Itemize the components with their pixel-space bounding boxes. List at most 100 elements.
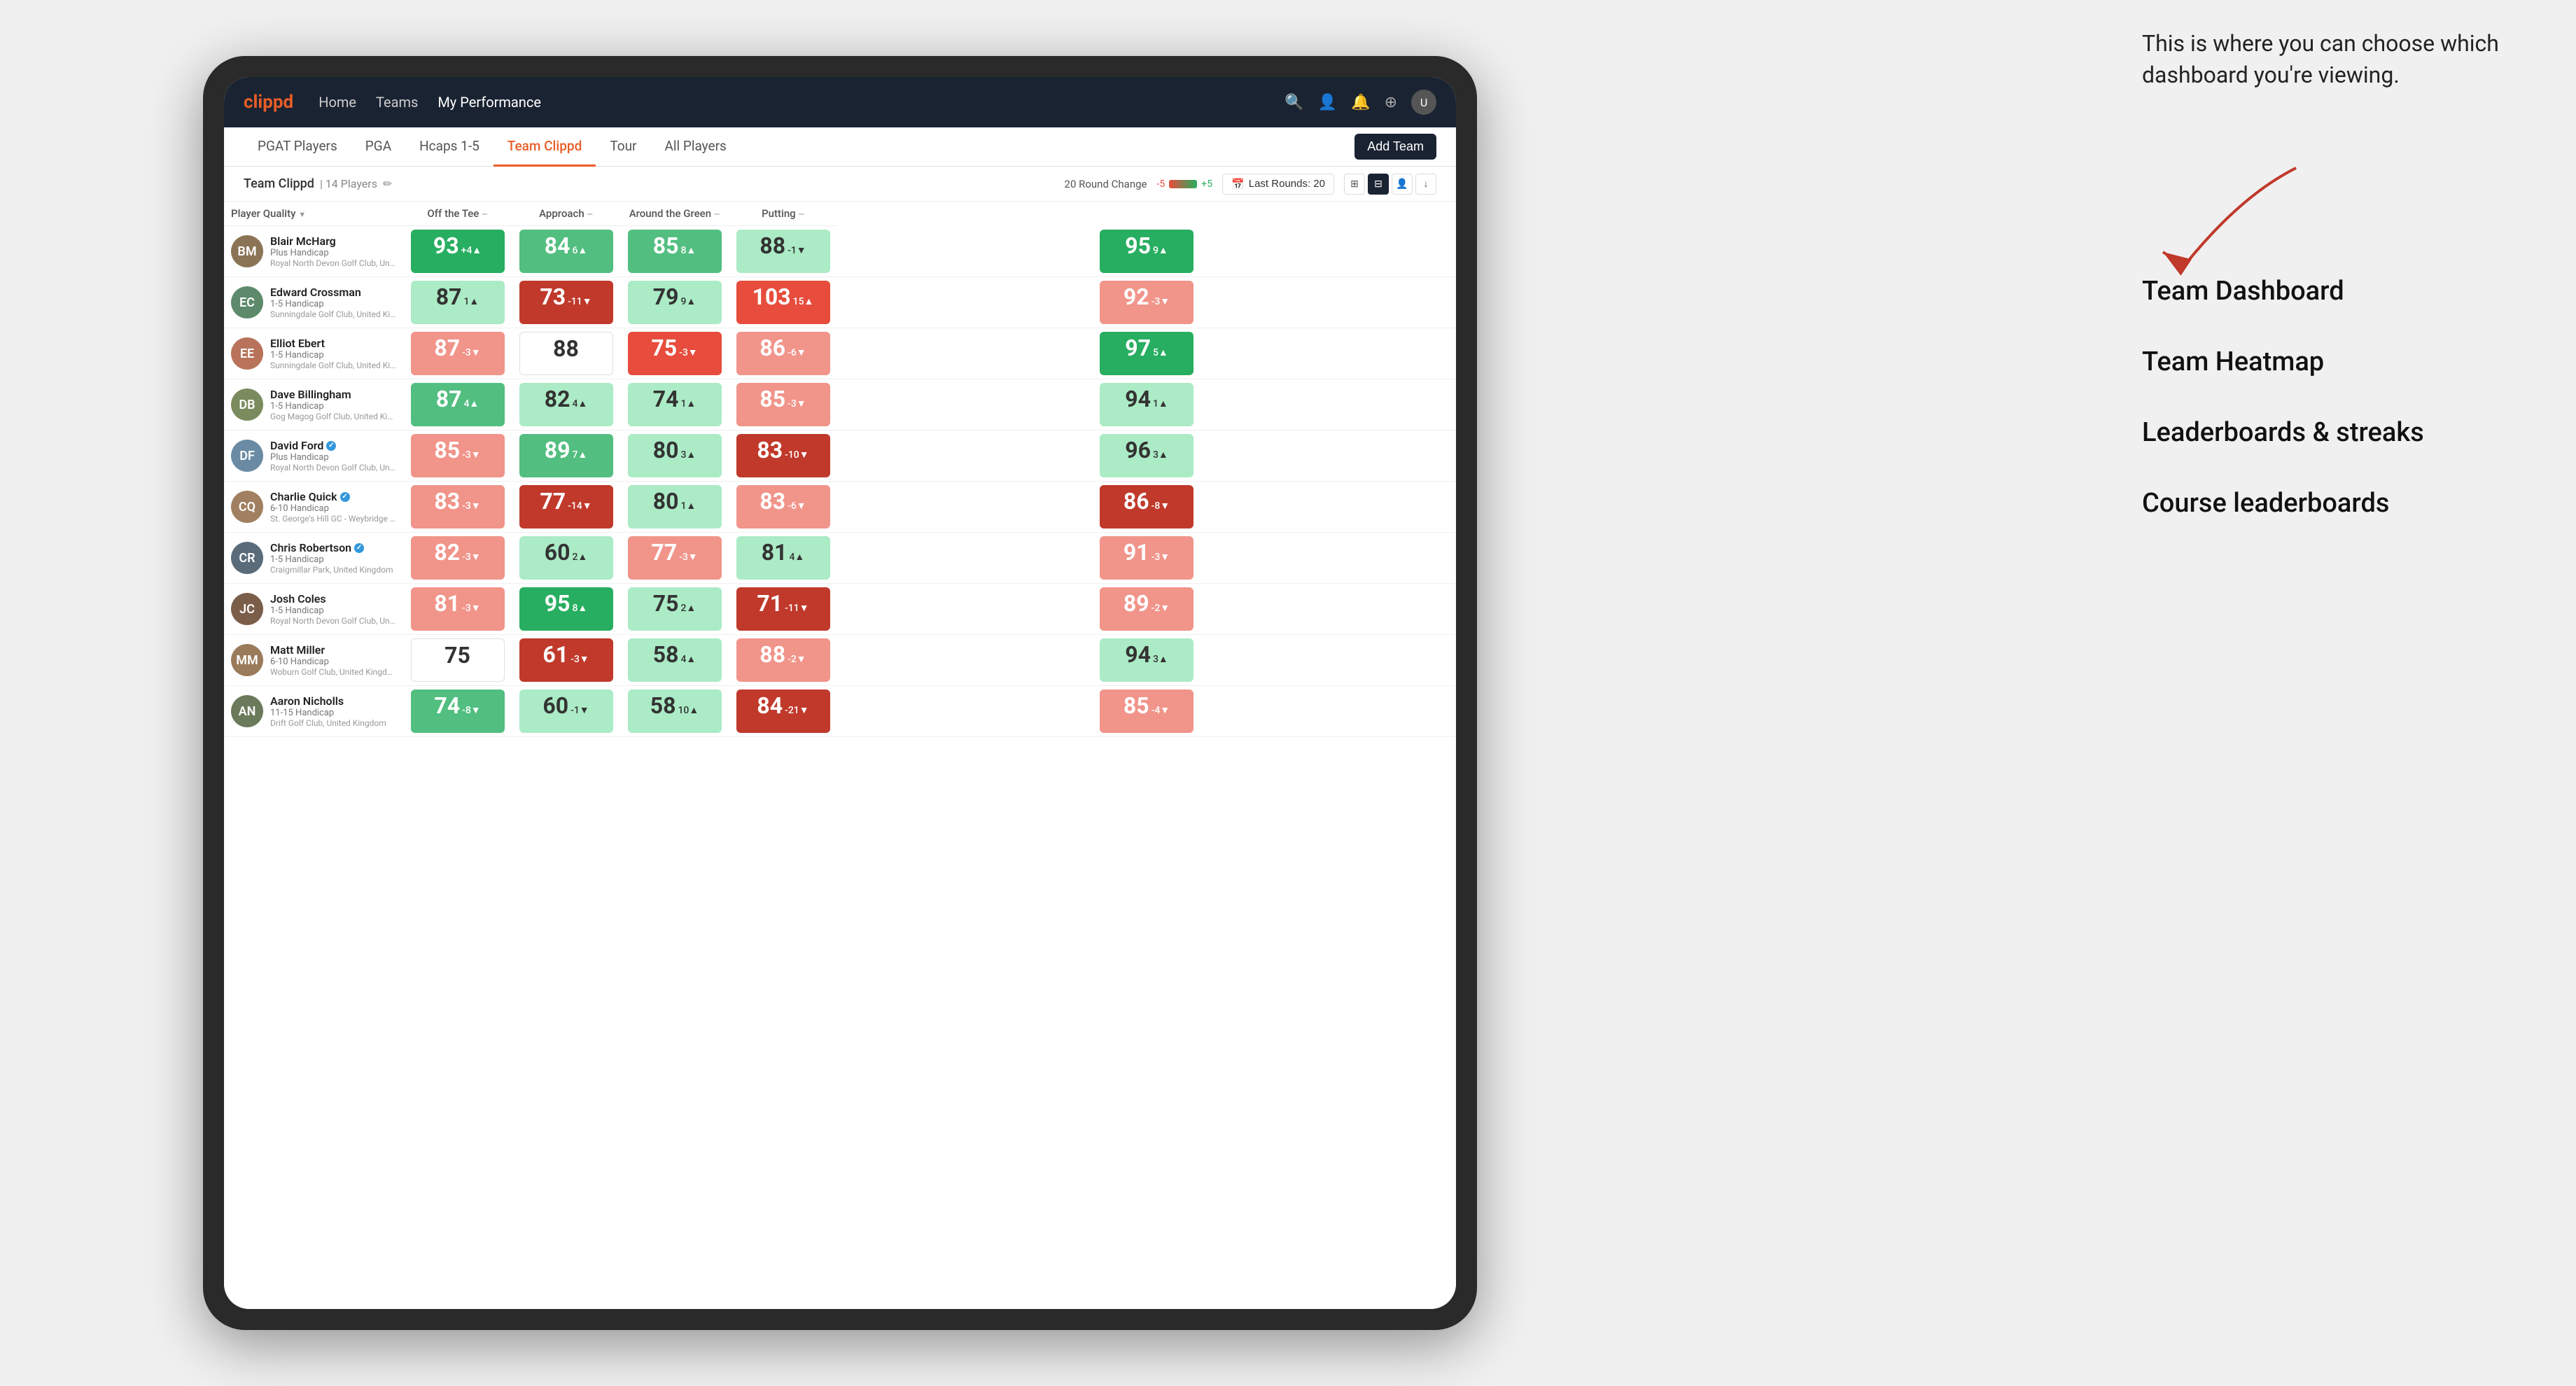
round-change-label: 20 Round Change — [1065, 178, 1147, 190]
score-delta: -3▼ — [679, 346, 698, 358]
table-row[interactable]: DFDavid Ford✓Plus HandicapRoyal North De… — [224, 430, 1456, 482]
player-info: DFDavid Ford✓Plus HandicapRoyal North De… — [224, 433, 403, 478]
score-box: 85-4▼ — [1100, 690, 1194, 733]
table-row[interactable]: MMMatt Miller6-10 HandicapWoburn Golf Cl… — [224, 635, 1456, 686]
score-cell-quality: 874▲ — [403, 379, 512, 430]
table-row[interactable]: CQCharlie Quick✓6-10 HandicapSt. George'… — [224, 482, 1456, 533]
score-box: 92-3▼ — [1100, 281, 1194, 324]
score-box: 84-21▼ — [736, 690, 830, 733]
verified-icon: ✓ — [354, 543, 364, 553]
table-row[interactable]: JCJosh Coles1-5 HandicapRoyal North Devo… — [224, 584, 1456, 635]
player-club: St. George's Hill GC - Weybridge - Surre… — [270, 514, 396, 524]
score-delta: -14▼ — [568, 500, 592, 512]
col-header-green: Around the Green — — [620, 202, 729, 226]
score-delta: -10▼ — [785, 449, 809, 461]
score-main: 96 — [1125, 437, 1151, 463]
score-main: 75 — [651, 335, 677, 361]
tab-team-clippd[interactable]: Team Clippd — [493, 127, 596, 167]
settings-icon[interactable]: ⊕ — [1385, 94, 1397, 111]
player-handicap: 1-5 Handicap — [270, 606, 396, 616]
table-row[interactable]: DBDave Billingham1-5 HandicapGog Magog G… — [224, 379, 1456, 430]
col-header-approach: Approach — — [512, 202, 620, 226]
tab-hcaps[interactable]: Hcaps 1-5 — [405, 127, 493, 167]
nav-item-home[interactable]: Home — [318, 94, 356, 111]
score-cell-green: 814▲ — [729, 533, 837, 584]
nav-item-teams[interactable]: Teams — [376, 94, 418, 111]
player-cell: DBDave Billingham1-5 HandicapGog Magog G… — [224, 379, 403, 430]
score-delta: 4▲ — [572, 398, 587, 410]
score-delta: -3▼ — [462, 346, 481, 358]
view-grid-icon[interactable]: ⊞ — [1344, 174, 1365, 195]
score-main: 92 — [1124, 284, 1149, 310]
score-cell-approach: 75-3▼ — [620, 328, 729, 379]
avatar: BM — [231, 235, 263, 267]
player-name: Matt Miller — [270, 643, 396, 657]
score-box: 584▲ — [628, 638, 722, 682]
table-row[interactable]: ECEdward Crossman1-5 HandicapSunningdale… — [224, 277, 1456, 328]
score-delta: 1▲ — [1153, 398, 1168, 410]
score-main: 88 — [760, 232, 785, 259]
nav-item-myperformance[interactable]: My Performance — [438, 94, 541, 111]
player-cell: EEElliot Ebert1-5 HandicapSunningdale Go… — [224, 328, 403, 379]
tab-pga[interactable]: PGA — [351, 127, 405, 167]
verified-icon: ✓ — [340, 492, 350, 502]
score-box: 874▲ — [411, 383, 505, 426]
score-box: 88 — [519, 332, 613, 375]
table-row[interactable]: CRChris Robertson✓1-5 HandicapCraigmilla… — [224, 533, 1456, 584]
score-box: 93+4▲ — [411, 230, 505, 273]
score-delta: -2▼ — [788, 653, 806, 665]
tab-pgat-players[interactable]: PGAT Players — [244, 127, 351, 167]
player-details: David Ford✓Plus HandicapRoyal North Devo… — [270, 439, 396, 472]
annotation-item-3: Leaderboards & streaks — [2142, 414, 2534, 451]
user-icon[interactable]: 👤 — [1318, 94, 1337, 111]
player-name: Josh Coles — [270, 592, 396, 606]
score-delta: 1▲ — [680, 398, 696, 410]
avatar[interactable]: U — [1411, 90, 1436, 115]
table-row[interactable]: BMBlair McHargPlus HandicapRoyal North D… — [224, 226, 1456, 277]
score-cell-green: 71-11▼ — [729, 584, 837, 635]
search-icon[interactable]: 🔍 — [1284, 94, 1303, 111]
score-main: 82 — [545, 386, 570, 412]
score-box: 752▲ — [628, 587, 722, 631]
nav-icons: 🔍 👤 🔔 ⊕ U — [1284, 90, 1436, 115]
score-cell-approach: 801▲ — [620, 482, 729, 533]
change-neg: -5 — [1157, 178, 1166, 190]
score-cell-tee: 77-14▼ — [512, 482, 620, 533]
player-name: Elliot Ebert — [270, 337, 396, 350]
score-delta: -3▼ — [462, 551, 481, 563]
score-cell-green: 86-6▼ — [729, 328, 837, 379]
tab-tour[interactable]: Tour — [596, 127, 650, 167]
score-box: 846▲ — [519, 230, 613, 273]
score-main: 89 — [545, 437, 570, 463]
view-person-icon[interactable]: 👤 — [1392, 174, 1413, 195]
add-team-button[interactable]: Add Team — [1354, 134, 1436, 160]
annotation-text: This is where you can choose which dashb… — [2142, 28, 2534, 91]
player-info: CRChris Robertson✓1-5 HandicapCraigmilla… — [224, 536, 403, 580]
score-box: 85-3▼ — [411, 434, 505, 477]
player-club: Woburn Golf Club, United Kingdom — [270, 667, 396, 677]
score-main: 86 — [760, 335, 785, 361]
player-name: Edward Crossman — [270, 286, 396, 299]
score-box: 75 — [411, 638, 505, 682]
player-details: Elliot Ebert1-5 HandicapSunningdale Golf… — [270, 337, 396, 370]
player-cell: CRChris Robertson✓1-5 HandicapCraigmilla… — [224, 533, 403, 584]
last-rounds-button[interactable]: 📅 Last Rounds: 20 — [1222, 174, 1334, 195]
score-delta: -3▼ — [788, 398, 806, 410]
score-box: 5810▲ — [628, 690, 722, 733]
table-row[interactable]: ANAaron Nicholls11-15 HandicapDrift Golf… — [224, 686, 1456, 737]
score-delta: 2▲ — [680, 602, 696, 614]
player-details: Matt Miller6-10 HandicapWoburn Golf Club… — [270, 643, 396, 677]
view-download-icon[interactable]: ↓ — [1415, 174, 1436, 195]
score-main: 87 — [436, 386, 462, 412]
player-club: Sunningdale Golf Club, United Kingdom — [270, 360, 396, 370]
score-box: 958▲ — [519, 587, 613, 631]
bell-icon[interactable]: 🔔 — [1351, 94, 1370, 111]
tab-all-players[interactable]: All Players — [650, 127, 740, 167]
edit-icon[interactable]: ✏ — [383, 177, 392, 190]
player-cell: CQCharlie Quick✓6-10 HandicapSt. George'… — [224, 482, 403, 533]
score-box: 60-1▼ — [519, 690, 613, 733]
score-main: 95 — [545, 590, 570, 617]
table-row[interactable]: EEElliot Ebert1-5 HandicapSunningdale Go… — [224, 328, 1456, 379]
view-table-icon[interactable]: ⊟ — [1368, 174, 1389, 195]
player-name: Aaron Nicholls — [270, 694, 396, 708]
